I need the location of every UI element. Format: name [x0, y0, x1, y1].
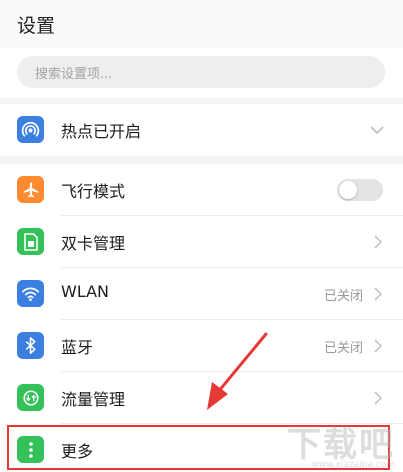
watermark-logo: 下载吧 www.xiazaiba.com: [287, 417, 395, 470]
settings-item-label: 蓝牙: [61, 338, 94, 357]
chevron-right-icon: [374, 339, 383, 353]
chevron-down-icon[interactable]: [369, 124, 385, 136]
hotspot-icon: [17, 116, 44, 143]
search-placeholder: 搜索设置项...: [35, 67, 113, 82]
wlan-status: 已关闭: [323, 289, 363, 304]
settings-item-wlan[interactable]: WLAN 已关闭: [0, 268, 403, 320]
settings-item-label: 双卡管理: [61, 234, 126, 253]
settings-item-label: 热点已开启: [61, 122, 142, 141]
data-usage-icon: [17, 384, 44, 411]
settings-item-label: 流量管理: [61, 390, 126, 409]
airplane-icon: [17, 176, 44, 203]
watermark-main-text: 下载吧: [287, 425, 395, 465]
settings-header: 设置: [0, 0, 403, 48]
settings-item-hotspot[interactable]: 热点已开启: [0, 104, 403, 156]
settings-item-airplane-mode[interactable]: 飞行模式: [0, 164, 403, 216]
chevron-right-icon: [374, 235, 383, 249]
chevron-right-icon: [374, 287, 383, 301]
bluetooth-icon: [17, 332, 44, 359]
settings-item-label: 飞行模式: [61, 182, 126, 201]
toggle-knob: [339, 181, 357, 199]
bluetooth-status: 已关闭: [323, 341, 363, 356]
sim-card-icon: [17, 228, 44, 255]
settings-item-label: WLAN: [61, 282, 110, 301]
airplane-mode-toggle[interactable]: [337, 179, 383, 201]
chevron-right-icon: [374, 391, 383, 405]
settings-item-bluetooth[interactable]: 蓝牙 已关闭: [0, 320, 403, 372]
settings-item-dual-sim[interactable]: 双卡管理: [0, 216, 403, 268]
wifi-icon: [17, 280, 44, 307]
search-bar[interactable]: 搜索设置项...: [17, 56, 385, 88]
page-title: 设置: [17, 15, 56, 37]
